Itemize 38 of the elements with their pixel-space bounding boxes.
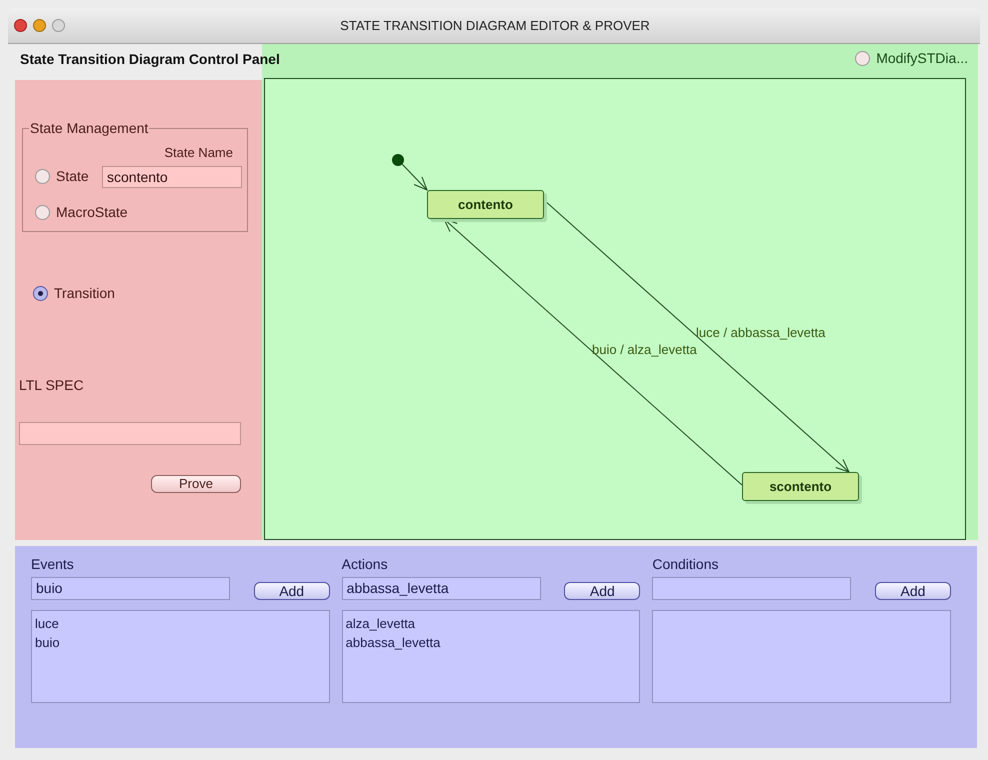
entry-field[interactable]: buio: [31, 576, 230, 600]
state-node[interactable]: contento: [427, 190, 544, 219]
state-name-label: State Name: [164, 144, 233, 162]
initial-arrow: [402, 164, 428, 191]
list-item[interactable]: buio: [35, 633, 326, 652]
group-title: State Management: [29, 120, 150, 136]
minimize-icon[interactable]: [33, 19, 46, 32]
prove-button[interactable]: Prove: [151, 475, 241, 493]
add-button[interactable]: Add: [254, 582, 330, 600]
entry-field[interactable]: abbassa_levetta: [342, 576, 541, 600]
list-item[interactable]: abbassa_levetta: [346, 633, 636, 652]
transition-label: buio / alza_levetta: [592, 341, 697, 359]
radio-button[interactable]: [35, 169, 50, 184]
state-node[interactable]: scontento: [742, 472, 859, 501]
list-item[interactable]: luce: [35, 614, 326, 633]
radio-label: Transition: [54, 284, 115, 303]
radio-button[interactable]: [35, 205, 50, 220]
list-title: Events: [31, 555, 75, 574]
modify-toggle-label: ModifySTDia...: [876, 49, 968, 68]
ltl-spec-field[interactable]: [19, 422, 241, 445]
radio-label: State: [56, 167, 89, 186]
radio-label: MacroState: [56, 203, 128, 222]
list-title: Conditions: [652, 555, 720, 574]
add-button[interactable]: Add: [874, 582, 951, 600]
initial-state-dot: [392, 154, 404, 166]
list-title: Actions: [342, 555, 389, 574]
list-item[interactable]: alza_levetta: [346, 614, 636, 633]
transition-label: luce / abbassa_levetta: [696, 324, 826, 342]
state-name-field[interactable]: scontento: [102, 166, 242, 188]
window-title: STATE TRANSITION DIAGRAM EDITOR & PROVER: [340, 16, 650, 35]
zoom-icon[interactable]: [52, 19, 65, 32]
radio-button[interactable]: [855, 51, 870, 66]
close-icon[interactable]: [14, 19, 27, 32]
radio-button[interactable]: [33, 286, 48, 301]
entry-field[interactable]: [652, 576, 852, 600]
add-button[interactable]: Add: [564, 582, 640, 600]
ltl-spec-label: LTL SPEC: [19, 376, 84, 395]
control-panel-title: State Transition Diagram Control Panel: [20, 50, 280, 69]
